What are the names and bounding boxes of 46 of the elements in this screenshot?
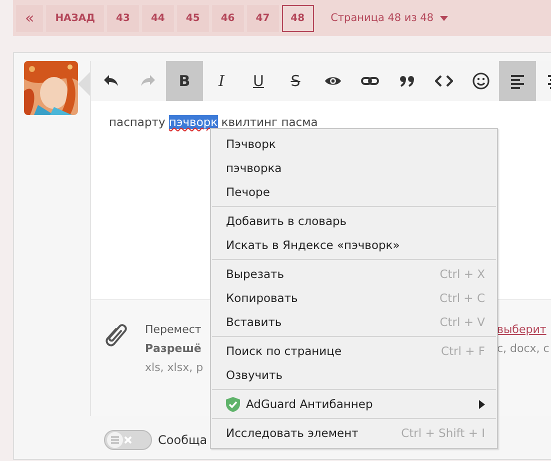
shortcut-label: Ctrl + V — [440, 315, 485, 329]
menu-item[interactable]: Исследовать элемент — [226, 426, 358, 440]
menu-item[interactable]: Вырезать — [226, 267, 284, 281]
allowed-types-label: Разрешё — [145, 341, 202, 357]
page-info[interactable]: Страница 48 из 48 — [330, 12, 434, 24]
bold-button[interactable]: B — [166, 61, 203, 101]
attach-hint: Перемест — [145, 322, 202, 338]
menu-item[interactable]: Поиск по странице — [226, 344, 342, 358]
strikethrough-button[interactable]: S — [277, 61, 314, 101]
submenu-arrow-icon — [479, 400, 485, 408]
menu-item[interactable]: AdGuard Антибаннер — [246, 397, 373, 411]
menu-item[interactable]: Печоре — [226, 185, 270, 199]
page-button[interactable]: 45 — [176, 4, 209, 32]
page-button[interactable]: 46 — [212, 4, 244, 32]
close-icon — [123, 435, 133, 445]
menu-item[interactable]: пэчворка — [226, 161, 282, 175]
first-page-button[interactable]: « — [16, 4, 44, 32]
choose-files-link[interactable]: выберит — [497, 322, 550, 338]
menu-item[interactable]: Искать в Яндексе «пэчворк» — [226, 238, 400, 252]
editor-text[interactable]: паспарту пэчворк квилтинг пасма — [109, 115, 551, 129]
page-button[interactable]: 44 — [142, 4, 174, 32]
menu-item[interactable]: Добавить в словарь — [226, 214, 347, 228]
smiley-icon — [472, 72, 490, 90]
shortcut-label: Ctrl + X — [440, 267, 485, 281]
menu-item[interactable]: Вставить — [226, 315, 282, 329]
align-left-icon — [508, 72, 526, 90]
shortcut-label: Ctrl + C — [440, 291, 485, 305]
caret-icon — [440, 16, 448, 20]
shield-icon — [226, 396, 240, 412]
menu-item[interactable]: Пэчворк — [226, 137, 276, 151]
italic-button[interactable]: I — [203, 61, 240, 101]
menu-item[interactable]: Копировать — [226, 291, 298, 305]
toggle-switch[interactable] — [104, 430, 152, 450]
menu-item[interactable]: Озвучить — [226, 368, 282, 382]
file-types: xls, xlsx, p — [145, 360, 204, 376]
back-button[interactable]: НАЗАД — [46, 4, 104, 32]
page-button[interactable]: 48 — [282, 4, 314, 32]
toggle-label: Сообща — [158, 433, 208, 447]
shortcut-label: Ctrl + F — [440, 344, 485, 358]
align-left-button[interactable] — [499, 61, 536, 101]
page-button[interactable]: 47 — [246, 4, 279, 32]
page-button[interactable]: 43 — [107, 4, 139, 32]
shortcut-label: Ctrl + Shift + I — [401, 426, 485, 440]
underline-button[interactable]: U — [240, 61, 277, 101]
lines-icon — [110, 436, 120, 444]
paperclip-icon — [105, 322, 129, 348]
